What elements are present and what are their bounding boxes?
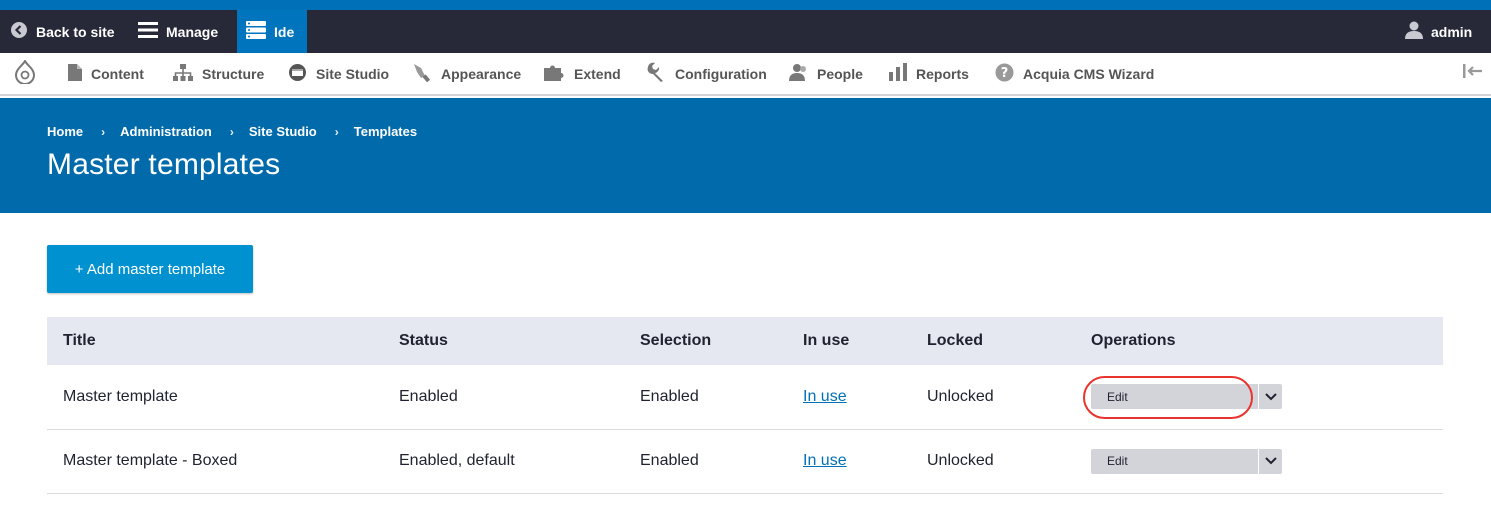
ide-label: Ide — [274, 23, 295, 40]
tray-item-label: Extend — [574, 65, 621, 82]
tray-item-label: Structure — [202, 65, 265, 82]
user-menu[interactable]: admin — [1391, 10, 1491, 53]
table-header-row: Title Status Selection In use Locked Ope… — [47, 317, 1443, 365]
tray-item-label: Acquia CMS Wizard — [1023, 65, 1155, 82]
file-icon — [68, 63, 82, 84]
edit-highlight-annotation — [1083, 376, 1253, 419]
column-header-selection: Selection — [640, 332, 712, 349]
breadcrumb-separator-icon: › — [101, 124, 106, 139]
breadcrumb: Home › Administration › Site Studio › Te… — [47, 124, 417, 139]
tray-item-label: Configuration — [675, 65, 767, 82]
svg-text:?: ? — [1001, 66, 1009, 81]
back-to-site-label: Back to site — [36, 23, 115, 40]
people-icon — [788, 63, 808, 84]
cell-in-use: In use — [787, 429, 911, 494]
tray-item-configuration[interactable]: Configuration — [646, 53, 767, 94]
tray-item-appearance[interactable]: Appearance — [412, 53, 521, 94]
tray-item-reports[interactable]: Reports — [889, 53, 969, 94]
cell-locked: Unlocked — [911, 365, 1075, 430]
page-title: Master templates — [47, 148, 281, 181]
question-icon: ? — [995, 63, 1014, 85]
paintbrush-icon — [412, 62, 432, 85]
manage-tab[interactable]: Manage — [124, 10, 234, 53]
cell-title: Master template - Boxed — [47, 429, 383, 494]
tray-item-acquia-cms-wizard[interactable]: ? Acquia CMS Wizard — [995, 53, 1154, 94]
breadcrumb-templates[interactable]: Templates — [354, 124, 417, 139]
top-accent-stripe — [0, 0, 1491, 10]
column-header-locked: Locked — [927, 332, 984, 349]
sitemap-icon — [173, 63, 193, 84]
add-master-template-button[interactable]: + Add master template — [47, 245, 253, 293]
drupal-home-link[interactable] — [14, 53, 36, 94]
cell-locked: Unlocked — [911, 429, 1075, 494]
chevron-down-icon — [1264, 388, 1277, 406]
drupal-drop-icon — [14, 58, 36, 87]
user-icon — [1405, 21, 1423, 42]
tray-item-people[interactable]: People — [788, 53, 863, 94]
collapse-tray-icon[interactable] — [1463, 64, 1483, 83]
tray-item-structure[interactable]: Structure — [173, 53, 264, 94]
page-header: Home › Administration › Site Studio › Te… — [0, 98, 1491, 213]
table-row: Master template - Boxed Enabled, default… — [47, 429, 1443, 494]
server-icon — [246, 21, 266, 42]
column-header-status: Status — [399, 332, 448, 349]
in-use-link[interactable]: In use — [803, 452, 847, 469]
column-header-operations: Operations — [1091, 332, 1176, 349]
site-studio-icon — [288, 63, 307, 85]
tray-item-site-studio[interactable]: Site Studio — [288, 53, 389, 94]
cell-selection: Enabled — [624, 365, 787, 430]
edit-button[interactable]: Edit — [1091, 448, 1258, 474]
tray-item-content[interactable]: Content — [68, 53, 144, 94]
back-to-site-link[interactable]: Back to site — [0, 10, 124, 53]
breadcrumb-separator-icon: › — [334, 124, 339, 139]
wrench-icon — [646, 62, 666, 85]
cell-status: Enabled — [383, 365, 624, 430]
manage-label: Manage — [166, 23, 219, 40]
puzzle-icon — [544, 63, 565, 84]
tray-item-label: Reports — [916, 65, 969, 82]
tray-item-label: People — [817, 65, 863, 82]
tray-item-label: Content — [91, 65, 144, 82]
chevron-down-icon — [1264, 452, 1277, 470]
cell-selection: Enabled — [624, 429, 787, 494]
column-header-title: Title — [63, 332, 96, 349]
breadcrumb-site-studio[interactable]: Site Studio — [249, 124, 317, 139]
bar-chart-icon — [889, 63, 907, 84]
admin-toolbar: Back to site Manage Ide admin — [0, 10, 1491, 53]
breadcrumb-administration[interactable]: Administration — [120, 124, 212, 139]
ide-tab[interactable]: Ide — [237, 10, 307, 53]
hamburger-icon — [138, 22, 158, 41]
breadcrumb-home[interactable]: Home — [47, 124, 83, 139]
operations-toggle[interactable] — [1258, 384, 1282, 410]
cell-title: Master template — [47, 365, 383, 430]
user-name: admin — [1431, 23, 1473, 40]
cell-status: Enabled, default — [383, 429, 624, 494]
column-header-in-use: In use — [803, 332, 850, 349]
cell-in-use: In use — [787, 365, 911, 430]
cell-operations: Edit — [1075, 429, 1443, 494]
operations-toggle[interactable] — [1258, 448, 1282, 474]
admin-tray: Content Structure Site Studio Appearance… — [0, 53, 1491, 96]
tray-item-extend[interactable]: Extend — [544, 53, 621, 94]
in-use-link[interactable]: In use — [803, 388, 847, 405]
tray-item-label: Appearance — [441, 65, 522, 82]
operations-dropbutton: Edit — [1091, 448, 1443, 474]
breadcrumb-separator-icon: › — [229, 124, 234, 139]
tray-item-label: Site Studio — [316, 65, 390, 82]
back-arrow-icon — [10, 21, 28, 42]
